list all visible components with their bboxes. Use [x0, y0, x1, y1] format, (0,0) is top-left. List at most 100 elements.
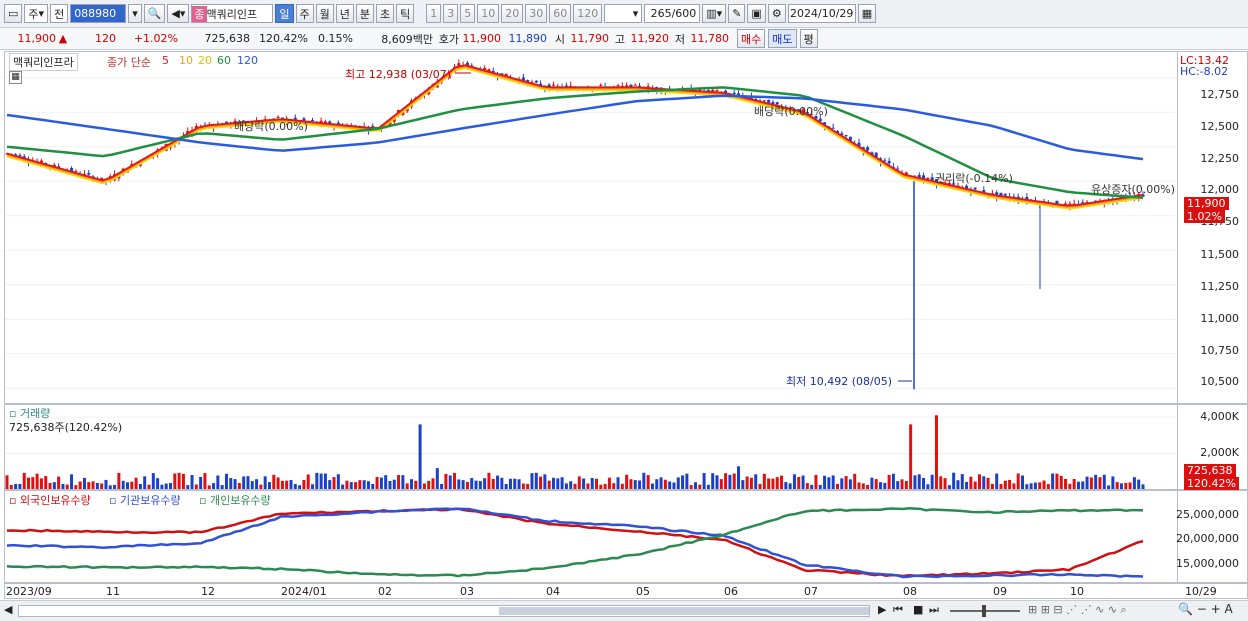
- x-tick: 2024/01: [281, 585, 327, 598]
- volume-bar: [203, 473, 207, 489]
- volume-bar: [582, 478, 586, 489]
- zoom-slider[interactable]: [950, 605, 1020, 617]
- volume-bar: [1008, 479, 1012, 489]
- volume-pane[interactable]: ▫ 거래량 725,638주(120.42%): [4, 404, 1178, 490]
- holdings-axis: 25,000,000 20,000,000 15,000,000: [1176, 490, 1248, 583]
- sell-button[interactable]: 매도: [768, 29, 797, 48]
- scroll-left-icon[interactable]: ◀: [4, 603, 12, 616]
- save-icon[interactable]: ▣: [747, 4, 766, 23]
- period-week[interactable]: 주: [295, 4, 314, 23]
- candle-body: [715, 90, 719, 92]
- candle-body: [616, 85, 620, 87]
- scroll-thumb[interactable]: [499, 607, 869, 615]
- volume-bar: [461, 480, 465, 489]
- volume-bar: [956, 480, 960, 489]
- zoom-slider-thumb[interactable]: [982, 605, 986, 617]
- period-month[interactable]: 월: [315, 4, 334, 23]
- volume-bar: [973, 481, 977, 489]
- volume-bar: [418, 424, 422, 489]
- interval-30[interactable]: 30: [525, 4, 548, 23]
- price-pane[interactable]: 맥쿼리인프라 종가 단순 5 10 20 60 120 ▦ 최고 12,938 …: [4, 51, 1178, 404]
- volume-bar: [336, 474, 340, 489]
- volume-bar: [255, 479, 259, 489]
- volume-bar: [5, 475, 9, 489]
- volume-bar: [977, 474, 981, 489]
- holdings-pane[interactable]: ▫ 외국인보유수량 ▫ 기관보유수량 ▫ 개인보유수량: [4, 490, 1178, 583]
- volume-bar: [625, 474, 629, 489]
- open-price: 11,790: [570, 32, 610, 45]
- volume-bar: [1102, 474, 1106, 489]
- search-icon[interactable]: 🔍: [143, 4, 166, 23]
- period-minute[interactable]: 분: [355, 4, 375, 23]
- volume-bar: [229, 478, 233, 489]
- pause-icon[interactable]: ■: [913, 603, 923, 616]
- volume-bar: [853, 473, 857, 489]
- period-year[interactable]: 년: [335, 4, 354, 23]
- volume-bar: [130, 481, 134, 489]
- interval-20[interactable]: 20: [501, 4, 524, 23]
- interval-10[interactable]: 10: [477, 4, 500, 23]
- grid-toggle-icon[interactable]: ▦: [9, 71, 22, 84]
- gear-icon[interactable]: ⚙: [767, 4, 786, 23]
- volume-bar: [569, 481, 573, 489]
- draw-tools-icon[interactable]: ⊞ ⊞ ⊟ ⋰ ⋰ ∿ ∿ ⌕: [1028, 603, 1127, 617]
- candle-body: [1003, 193, 1007, 196]
- interval-1[interactable]: 1: [426, 4, 442, 23]
- layout-icon[interactable]: ▭: [4, 4, 23, 23]
- y-tick: 25,000,000: [1176, 508, 1239, 521]
- count-field[interactable]: 265/600: [644, 4, 701, 23]
- volume-bar: [1003, 480, 1007, 489]
- interval-60[interactable]: 60: [549, 4, 572, 23]
- volume-bar: [453, 472, 457, 489]
- calendar-icon[interactable]: ▦: [857, 4, 877, 23]
- event-rights: 권리락(-0.14%): [935, 172, 1013, 185]
- code-input[interactable]: 088980: [70, 4, 127, 23]
- volume-bar: [465, 481, 469, 489]
- jump-end-icon[interactable]: ⏭: [929, 603, 939, 617]
- event-dividend-2: 배당락(0.00%): [754, 105, 828, 118]
- volume-bar: [784, 482, 788, 489]
- volume-bar: [354, 482, 358, 489]
- draw-tool-icon[interactable]: ✎: [728, 4, 746, 23]
- period-second[interactable]: 초: [376, 4, 395, 23]
- jump-start-icon[interactable]: ⏮: [893, 603, 903, 617]
- trade-amount: 8,609백만: [381, 32, 433, 46]
- volume-bar: [1085, 476, 1089, 489]
- period-tick[interactable]: 틱: [396, 4, 415, 23]
- period-day[interactable]: 일: [275, 4, 294, 23]
- volume-bar: [272, 474, 276, 489]
- date-field[interactable]: 2024/10/29: [787, 4, 856, 23]
- x-tick: 03: [460, 585, 474, 598]
- volume-bar: [952, 472, 956, 489]
- scroll-right-icon[interactable]: ▶: [878, 603, 886, 616]
- candle-type-icon[interactable]: ▥▾: [702, 4, 727, 23]
- y-tick: 12,500: [1200, 120, 1240, 133]
- candle-body: [831, 127, 835, 129]
- x-tick: 06: [724, 585, 738, 598]
- buy-button[interactable]: 매수: [737, 29, 766, 48]
- market-select[interactable]: 주 ▾: [24, 4, 49, 23]
- interval-120[interactable]: 120: [573, 4, 603, 23]
- scroll-bar: ◀ ▶ ⏮ ■ ⏭ ⊞ ⊞ ⊟ ⋰ ⋰ ∿ ∿ ⌕ 🔍 − + A: [0, 600, 1248, 621]
- interval-custom[interactable]: ▾: [604, 4, 643, 23]
- volume-bar: [702, 473, 706, 489]
- interval-3[interactable]: 3: [443, 4, 459, 23]
- volume-bar: [401, 475, 405, 489]
- code-dropdown[interactable]: ▾: [128, 4, 142, 23]
- stock-name-field[interactable]: 종 맥쿼리인프: [191, 4, 274, 23]
- volume-bar: [1111, 476, 1115, 489]
- interval-5[interactable]: 5: [460, 4, 476, 23]
- zoom-icons[interactable]: 🔍 − + A: [1178, 602, 1233, 616]
- speaker-icon[interactable]: ◀▾: [167, 4, 190, 23]
- candle-body: [633, 84, 637, 86]
- volume-bar: [616, 477, 620, 489]
- volume-bar: [1029, 483, 1033, 489]
- eval-button[interactable]: 평: [799, 29, 818, 48]
- volume-bar: [491, 478, 495, 489]
- volume-bar: [27, 477, 31, 489]
- scroll-track[interactable]: [18, 605, 870, 617]
- volume-bar: [444, 473, 448, 489]
- volume-bar: [384, 475, 388, 489]
- volume-bar: [496, 475, 500, 489]
- mode-select[interactable]: 전: [50, 4, 69, 23]
